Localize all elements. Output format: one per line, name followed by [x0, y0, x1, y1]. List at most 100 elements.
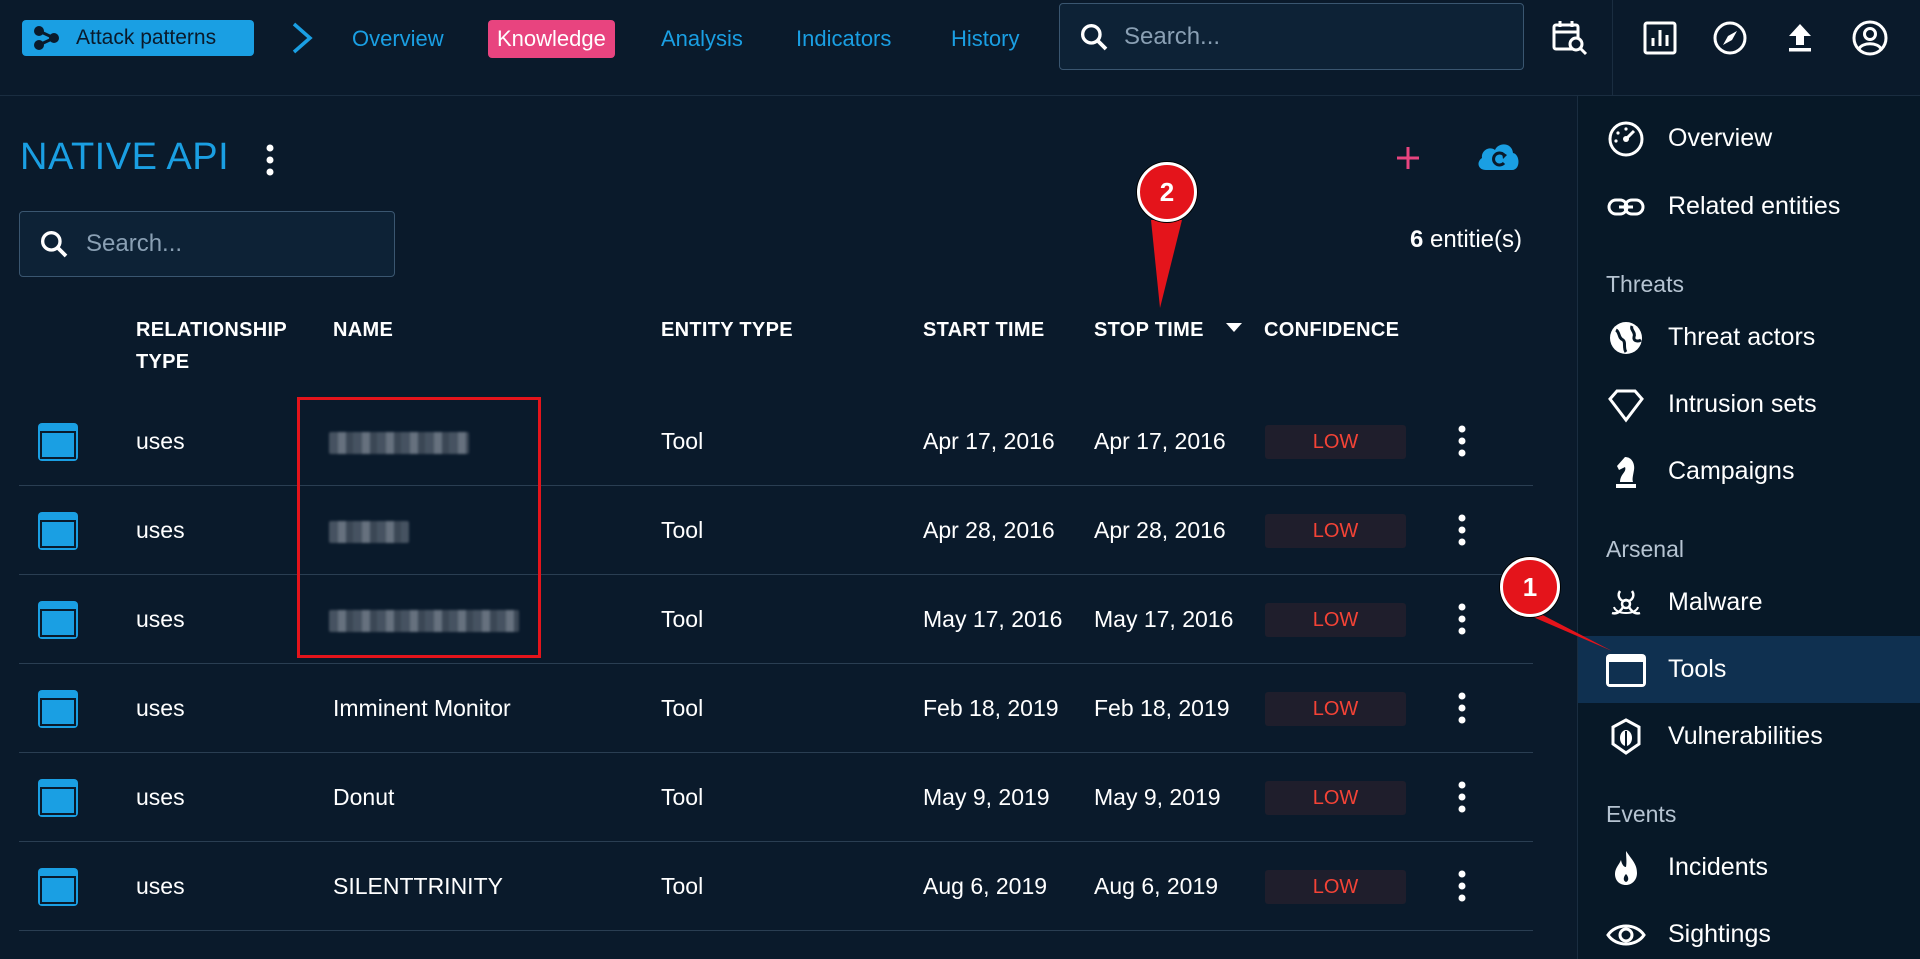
right-sidebar: Overview Related entities Threats Threat…: [1577, 96, 1920, 959]
confidence-badge: LOW: [1265, 425, 1406, 459]
entity-count-suffix: entitie(s): [1423, 226, 1522, 253]
calendar-search-icon[interactable]: [1550, 18, 1590, 58]
sidebar-item-related-entities[interactable]: Related entities: [1578, 173, 1920, 240]
sidebar-item-campaigns[interactable]: Campaigns: [1578, 438, 1920, 505]
sort-down-icon[interactable]: [1224, 320, 1244, 334]
sidebar-item-label: Sightings: [1668, 920, 1771, 948]
column-header-confidence[interactable]: CONFIDENCE: [1264, 314, 1399, 346]
list-search: [19, 211, 395, 277]
global-search-input[interactable]: [1124, 22, 1504, 51]
column-header-stop-time[interactable]: STOP TIME: [1094, 314, 1204, 346]
entity-count: 6 entitie(s): [1410, 226, 1522, 254]
sidebar-item-label: Tools: [1668, 655, 1727, 683]
more-vertical-icon[interactable]: [1452, 688, 1472, 728]
sidebar-section-arsenal: Arsenal: [1606, 536, 1684, 562]
tab-analysis[interactable]: Analysis: [661, 20, 743, 58]
annotation-callout-1: 1: [1500, 557, 1560, 617]
tool-window-icon: [38, 512, 78, 550]
sidebar-item-tools[interactable]: Tools: [1578, 636, 1920, 703]
cell-entity-type: Tool: [661, 695, 704, 721]
tool-window-icon: [38, 423, 78, 461]
account-icon[interactable]: [1850, 18, 1890, 58]
tool-window-icon: [38, 690, 78, 728]
tool-window-icon: [1606, 653, 1646, 687]
cell-stop-time: Apr 17, 2016: [1094, 428, 1226, 454]
gauge-icon: [1608, 121, 1644, 156]
entity-type-chip[interactable]: Attack patterns: [22, 20, 254, 56]
table-row[interactable]: uses Tool May 17, 2016 May 17, 2016 LOW: [19, 575, 1533, 664]
confidence-badge: LOW: [1265, 692, 1406, 726]
sidebar-item-incidents[interactable]: Incidents: [1578, 834, 1920, 901]
biohazard-icon: [1611, 589, 1641, 615]
tool-window-icon: [38, 779, 78, 817]
bug-icon: [1611, 717, 1641, 755]
toolbar-divider: [1612, 0, 1613, 96]
page-title: NATIVE API: [20, 136, 230, 178]
search-icon: [1081, 23, 1108, 50]
list-search-input[interactable]: [86, 230, 376, 258]
column-header-start-time[interactable]: START TIME: [923, 314, 1045, 346]
table-row[interactable]: uses Imminent Monitor Tool Feb 18, 2019 Feb …: [19, 664, 1533, 753]
cell-start-time: May 17, 2016: [923, 606, 1063, 632]
cell-name: SILENTTRINITY: [333, 873, 503, 899]
confidence-badge: LOW: [1265, 781, 1406, 815]
more-vertical-icon[interactable]: [1452, 421, 1472, 461]
sidebar-item-label: Campaigns: [1668, 457, 1795, 485]
cell-relationship-type: uses: [136, 606, 185, 632]
table-row[interactable]: uses Tool Apr 28, 2016 Apr 28, 2016 LOW: [19, 486, 1533, 575]
cloud-refresh-icon[interactable]: [1474, 136, 1522, 176]
link-icon: [1607, 198, 1645, 215]
cell-stop-time: Apr 28, 2016: [1094, 517, 1226, 543]
table-row[interactable]: uses Donut Tool May 9, 2019 May 9, 2019 LOW: [19, 753, 1533, 842]
sidebar-item-intrusion-sets[interactable]: Intrusion sets: [1578, 371, 1920, 438]
search-icon: [41, 231, 68, 258]
confidence-badge: LOW: [1265, 870, 1406, 904]
tab-overview[interactable]: Overview: [352, 20, 444, 58]
cell-relationship-type: uses: [136, 428, 185, 454]
cell-stop-time: Aug 6, 2019: [1094, 873, 1219, 899]
more-vertical-icon[interactable]: [1452, 599, 1472, 639]
sidebar-item-threat-actors[interactable]: Threat actors: [1578, 304, 1920, 371]
sidebar-item-overview[interactable]: Overview: [1578, 105, 1920, 172]
global-search: [1059, 3, 1524, 70]
more-vertical-icon[interactable]: [1452, 510, 1472, 550]
cell-stop-time: May 9, 2019: [1094, 784, 1221, 810]
entity-count-number: 6: [1409, 226, 1424, 253]
more-vertical-icon[interactable]: [258, 142, 282, 178]
sidebar-item-label: Malware: [1668, 588, 1763, 616]
tab-indicators[interactable]: Indicators: [796, 20, 891, 58]
tab-history[interactable]: History: [951, 20, 1019, 58]
column-header-name[interactable]: NAME: [333, 314, 393, 346]
chess-knight-icon: [1616, 456, 1636, 488]
upload-icon[interactable]: [1780, 18, 1820, 58]
cell-name: Imminent Monitor: [333, 695, 511, 721]
table-row[interactable]: uses Tool Apr 17, 2016 Apr 17, 2016 LOW: [19, 397, 1533, 486]
dashboard-icon[interactable]: [1640, 18, 1680, 58]
more-vertical-icon[interactable]: [1452, 777, 1472, 817]
column-header-relationship-type[interactable]: RELATIONSHIP TYPE: [136, 314, 287, 378]
tab-knowledge[interactable]: Knowledge: [488, 20, 615, 58]
attack-pattern-icon: [34, 26, 59, 50]
cell-start-time: Apr 17, 2016: [923, 428, 1055, 454]
column-header-entity-type[interactable]: ENTITY TYPE: [661, 314, 793, 346]
tool-window-icon: [38, 601, 78, 639]
cell-entity-type: Tool: [661, 784, 704, 810]
column-header-line: TYPE: [136, 351, 190, 373]
globe-icon: [1610, 321, 1642, 354]
chevron-right-icon: [292, 22, 313, 54]
sidebar-item-label: Threat actors: [1668, 323, 1816, 351]
sidebar-item-sightings[interactable]: Sightings: [1578, 901, 1920, 959]
cell-entity-type: Tool: [661, 428, 704, 454]
compass-icon[interactable]: [1710, 18, 1750, 58]
sidebar-item-vulnerabilities[interactable]: Vulnerabilities: [1578, 703, 1920, 770]
more-vertical-icon[interactable]: [1452, 866, 1472, 906]
confidence-badge: LOW: [1265, 514, 1406, 548]
top-bar: Attack patterns Overview Knowledge Analy…: [0, 0, 1920, 96]
confidence-badge: LOW: [1265, 603, 1406, 637]
sidebar-item-malware[interactable]: Malware: [1578, 569, 1920, 636]
add-icon[interactable]: [1388, 138, 1428, 178]
tool-window-icon: [38, 868, 78, 906]
entity-type-label: Attack patterns: [76, 26, 217, 49]
table-row[interactable]: uses SILENTTRINITY Tool Aug 6, 2019 Aug 6, 2…: [19, 842, 1533, 931]
cell-start-time: Aug 6, 2019: [923, 873, 1048, 899]
